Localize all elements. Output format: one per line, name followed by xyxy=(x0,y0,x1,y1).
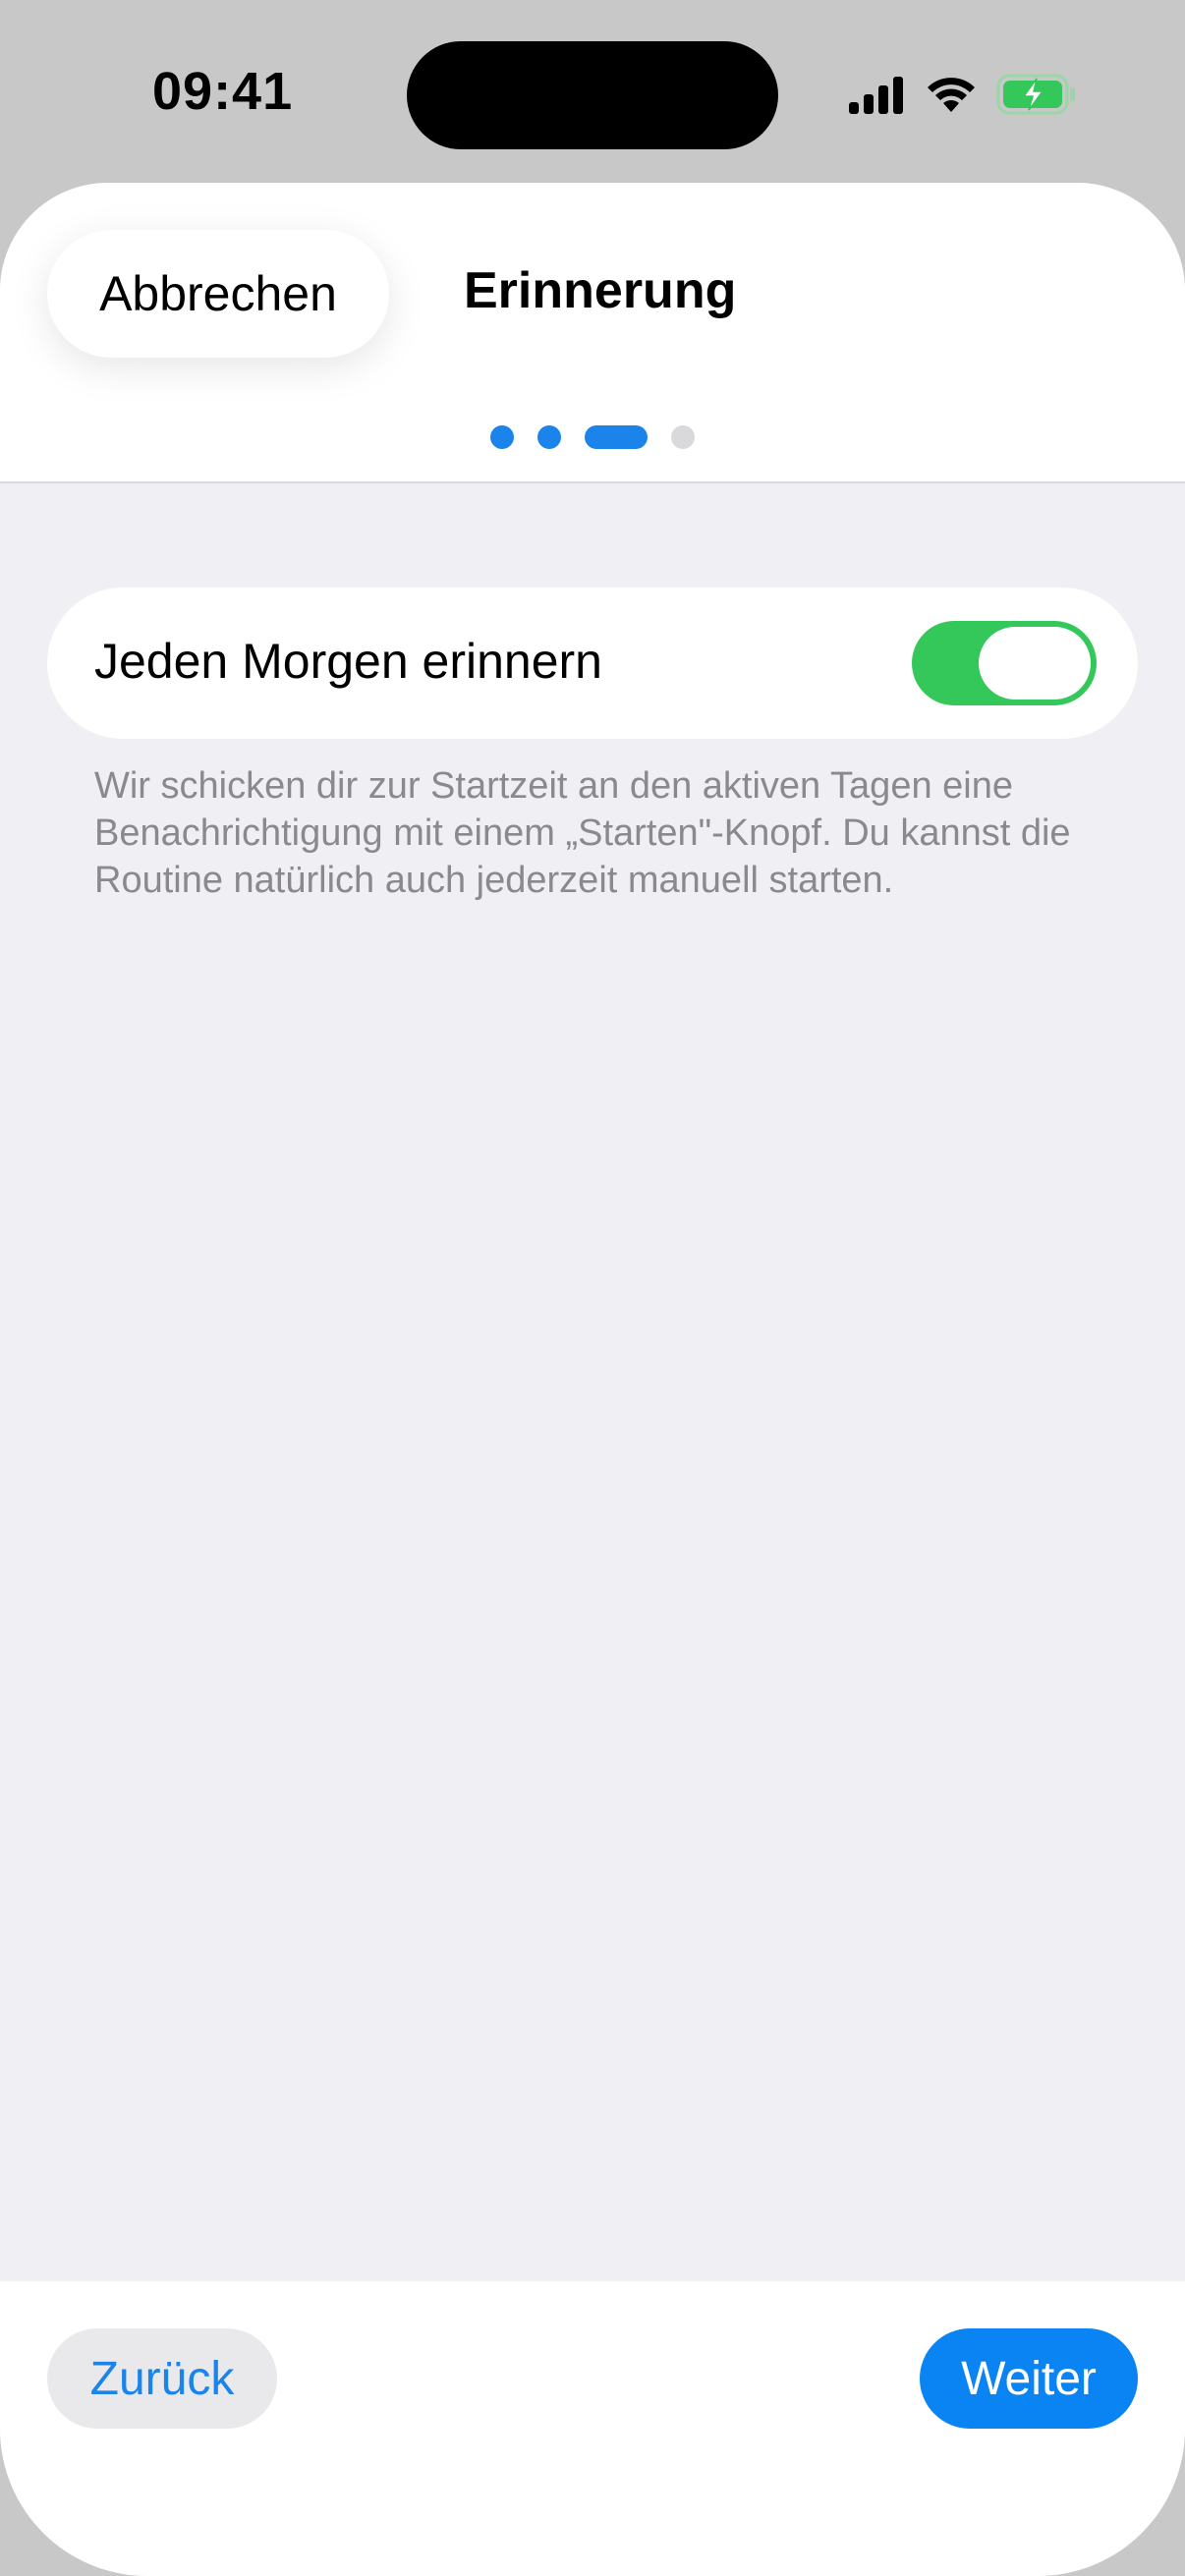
reminder-footnote: Wir schicken dir zur Startzeit an den ak… xyxy=(94,765,1071,901)
reminder-toggle[interactable] xyxy=(912,621,1097,705)
sheet-title: Erinnerung xyxy=(464,262,737,319)
reminder-label: Jeden Morgen erinnern xyxy=(94,634,602,689)
cellular-signal-icon xyxy=(847,75,906,119)
next-button[interactable]: Weiter xyxy=(920,2328,1138,2429)
toggle-knob xyxy=(979,627,1091,700)
battery-charging-icon xyxy=(996,74,1077,120)
sheet-header: Abbrechen Erinnerung xyxy=(0,183,1185,483)
status-time: 09:41 xyxy=(152,62,294,121)
step-dot-3-current xyxy=(585,425,648,449)
sheet: Abbrechen Erinnerung Jeden Morgen erinne… xyxy=(0,183,1185,2576)
step-dot-1 xyxy=(490,425,514,449)
step-indicator xyxy=(0,424,1185,450)
back-button[interactable]: Zurück xyxy=(47,2328,277,2429)
wifi-icon xyxy=(926,75,977,119)
bottom-bar: Zurück Weiter xyxy=(0,2281,1185,2576)
step-dot-4 xyxy=(671,425,695,449)
status-bar: 09:41 xyxy=(0,0,1185,183)
status-icons xyxy=(847,71,1077,122)
cancel-button[interactable]: Abbrechen xyxy=(47,230,389,358)
step-dot-2 xyxy=(537,425,561,449)
reminder-row: Jeden Morgen erinnern xyxy=(47,588,1138,739)
dynamic-island xyxy=(407,41,778,149)
